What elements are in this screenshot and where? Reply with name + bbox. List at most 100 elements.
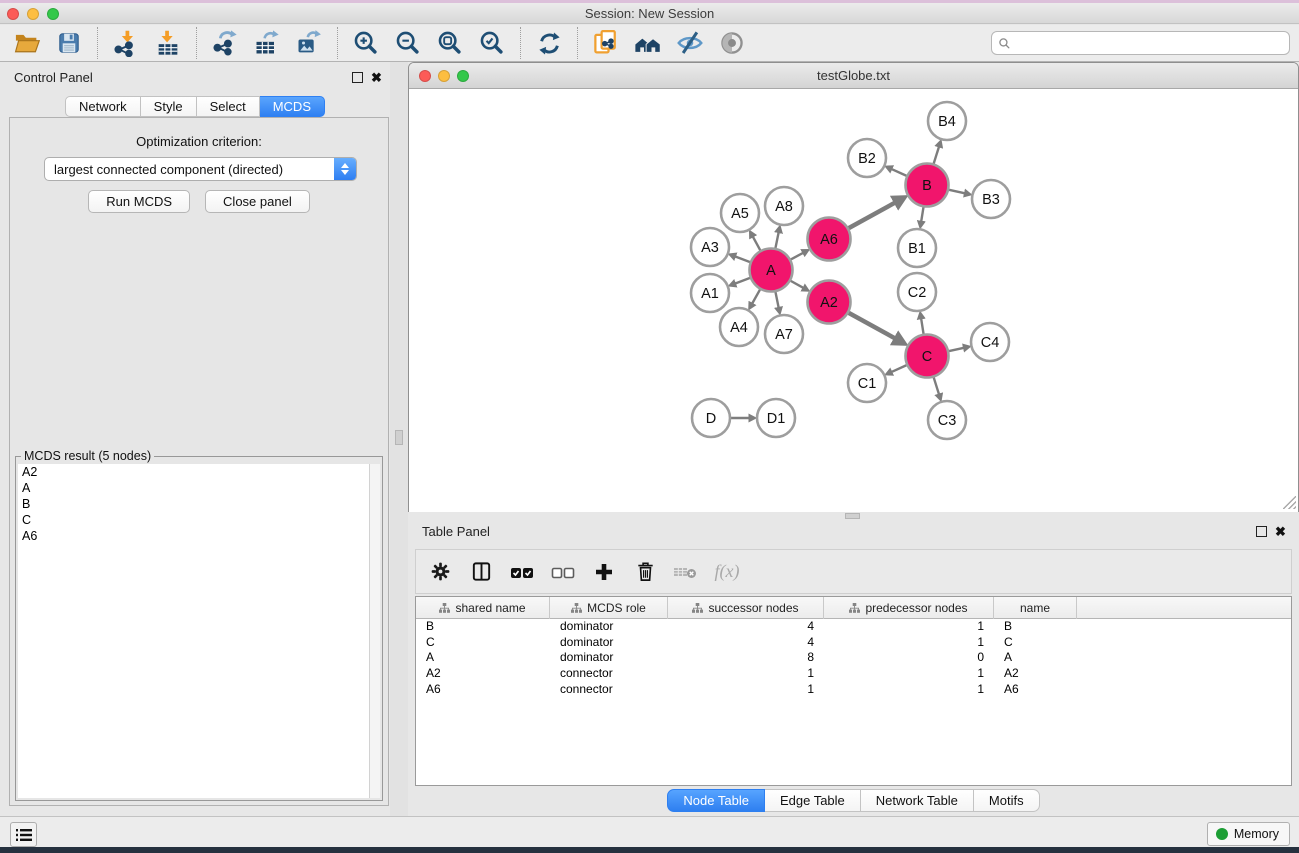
graph-node-A4[interactable]: A4 <box>720 308 758 346</box>
table-cell[interactable]: connector <box>550 666 668 682</box>
table-cell[interactable]: dominator <box>550 619 668 635</box>
export-image-button[interactable] <box>288 26 330 60</box>
table-cell[interactable]: 1 <box>824 666 994 682</box>
tab-select[interactable]: Select <box>197 96 260 117</box>
graph-node-A6[interactable]: A6 <box>808 218 851 261</box>
graph-node-C3[interactable]: C3 <box>928 401 966 439</box>
graph-edge-C-C4[interactable] <box>948 348 963 351</box>
table-cell[interactable]: 1 <box>824 619 994 635</box>
result-item[interactable]: A <box>18 480 369 496</box>
delete-column-button[interactable] <box>632 559 658 585</box>
table-cell[interactable]: 4 <box>668 619 824 635</box>
table-cell[interactable]: A2 <box>416 666 550 682</box>
graph-node-D1[interactable]: D1 <box>757 399 795 437</box>
column-header-name[interactable]: name <box>994 597 1077 619</box>
maximize-window-button[interactable] <box>47 8 59 20</box>
graph-edge-A-A6[interactable] <box>790 253 803 260</box>
graph-edge-B-B2[interactable] <box>891 169 907 176</box>
close-window-button[interactable] <box>7 8 19 20</box>
graph-edge-B-B3[interactable] <box>948 190 964 194</box>
import-table-button[interactable] <box>147 26 189 60</box>
search-field[interactable] <box>991 31 1290 55</box>
graph-node-A3[interactable]: A3 <box>691 228 729 266</box>
divider-handle[interactable] <box>395 430 403 445</box>
graph-edge-A-A8[interactable] <box>775 232 778 248</box>
save-session-button[interactable] <box>48 26 90 60</box>
column-header-predecessor-nodes[interactable]: predecessor nodes <box>824 597 994 619</box>
table-cell[interactable]: 1 <box>824 682 994 698</box>
table-row[interactable]: A6connector11A6 <box>416 682 1291 698</box>
graph-node-B4[interactable]: B4 <box>928 102 966 140</box>
panel-divider[interactable] <box>390 62 408 816</box>
table-cell[interactable]: 1 <box>668 666 824 682</box>
graph-node-A2[interactable]: A2 <box>808 281 851 324</box>
graph-edge-A-A1[interactable] <box>735 278 750 284</box>
table-cell[interactable]: 4 <box>668 635 824 651</box>
export-table-button[interactable] <box>246 26 288 60</box>
table-cell[interactable]: A <box>994 650 1077 666</box>
table-cell[interactable]: C <box>994 635 1077 651</box>
criterion-select[interactable]: largest connected component (directed) <box>44 157 357 181</box>
result-scrollbar[interactable] <box>369 464 380 798</box>
close-network-button[interactable] <box>419 70 431 82</box>
delete-table-button[interactable] <box>673 559 699 585</box>
run-mcds-button[interactable]: Run MCDS <box>88 190 190 213</box>
maximize-network-button[interactable] <box>457 70 469 82</box>
minimize-network-button[interactable] <box>438 70 450 82</box>
graph-edge-B-B1[interactable] <box>921 207 923 222</box>
function-builder-button[interactable]: f(x) <box>714 559 740 585</box>
graph-edge-B-B4[interactable] <box>934 146 939 164</box>
result-item[interactable]: A2 <box>18 464 369 480</box>
table-cell[interactable]: A2 <box>994 666 1077 682</box>
splitter-handle[interactable] <box>845 513 860 519</box>
network-graph[interactable]: B4B2BB3B1A5A8A6A3AA1A2C2A4A7C4CC1C3DD1 <box>409 89 1298 512</box>
search-input[interactable] <box>1015 36 1283 50</box>
graph-node-C1[interactable]: C1 <box>848 364 886 402</box>
graph-edge-A-A2[interactable] <box>790 281 803 288</box>
select-all-rows-button[interactable] <box>509 559 535 585</box>
table-cell[interactable]: B <box>416 619 550 635</box>
network-window-titlebar[interactable]: testGlobe.txt <box>409 63 1298 89</box>
deselect-all-rows-button[interactable] <box>550 559 576 585</box>
column-selector-button[interactable] <box>468 559 494 585</box>
clone-network-button[interactable] <box>585 26 627 60</box>
table-cell[interactable]: A6 <box>416 682 550 698</box>
table-row[interactable]: Cdominator41C <box>416 635 1291 651</box>
graph-node-B3[interactable]: B3 <box>972 180 1010 218</box>
table-row[interactable]: A2connector11A2 <box>416 666 1291 682</box>
table-cell[interactable]: connector <box>550 682 668 698</box>
network-canvas[interactable]: B4B2BB3B1A5A8A6A3AA1A2C2A4A7C4CC1C3DD1 <box>409 89 1298 512</box>
zoom-in-button[interactable] <box>345 26 387 60</box>
minimize-window-button[interactable] <box>27 8 39 20</box>
show-button[interactable] <box>711 26 753 60</box>
tab-edge-table[interactable]: Edge Table <box>765 789 861 812</box>
graph-edge-A-A7[interactable] <box>775 292 778 308</box>
refresh-layout-button[interactable] <box>528 26 570 60</box>
graph-node-C4[interactable]: C4 <box>971 323 1009 361</box>
table-cell[interactable]: C <box>416 635 550 651</box>
close-table-panel-icon[interactable]: ✖ <box>1275 526 1286 537</box>
node-table[interactable]: shared nameMCDS rolesuccessor nodesprede… <box>415 596 1292 786</box>
graph-node-A8[interactable]: A8 <box>765 187 803 225</box>
table-cell[interactable]: B <box>994 619 1077 635</box>
table-cell[interactable]: A <box>416 650 550 666</box>
graph-node-B[interactable]: B <box>906 164 949 207</box>
table-cell[interactable]: dominator <box>550 650 668 666</box>
graph-edge-A-A5[interactable] <box>753 236 761 250</box>
column-header-successor-nodes[interactable]: successor nodes <box>668 597 824 619</box>
zoom-selected-button[interactable] <box>471 26 513 60</box>
graph-edge-A2-C[interactable] <box>848 313 895 339</box>
result-item[interactable]: B <box>18 496 369 512</box>
hide-button[interactable] <box>669 26 711 60</box>
memory-button[interactable]: Memory <box>1207 822 1290 846</box>
column-header-shared-name[interactable]: shared name <box>416 597 550 619</box>
graph-node-A7[interactable]: A7 <box>765 315 803 353</box>
graph-edge-C-C3[interactable] <box>934 377 939 395</box>
float-panel-icon[interactable] <box>352 72 363 83</box>
result-item[interactable]: A6 <box>18 528 369 544</box>
tab-motifs[interactable]: Motifs <box>974 789 1040 812</box>
export-network-button[interactable] <box>204 26 246 60</box>
graph-node-A[interactable]: A <box>750 249 793 292</box>
graph-edge-A-A4[interactable] <box>752 289 760 304</box>
resize-grip-icon[interactable] <box>1283 496 1296 509</box>
